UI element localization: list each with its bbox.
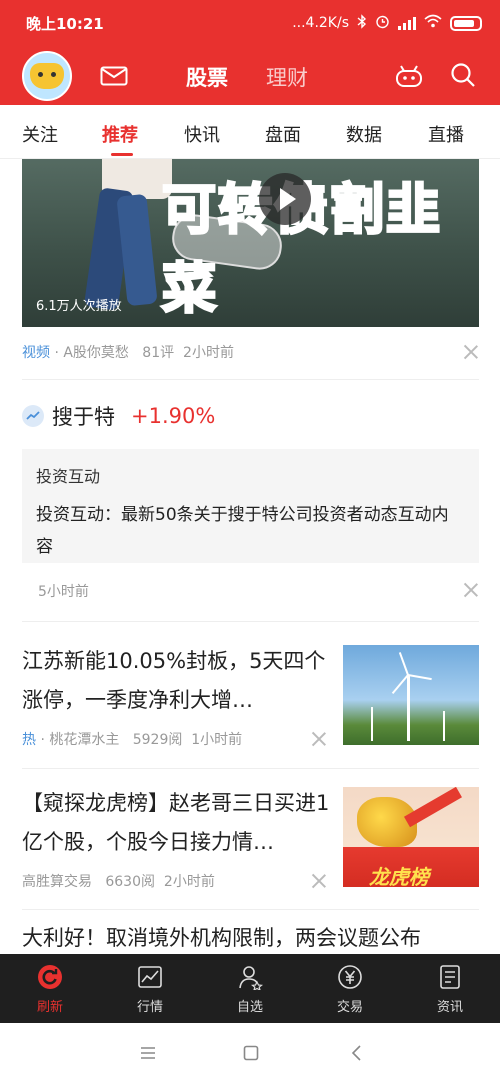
video-meta: 视频 · A股你莫愁 81评 2小时前 [22, 342, 234, 362]
tab-market[interactable]: 盘面 [265, 121, 301, 147]
category-tabs: 关注 推荐 快讯 盘面 数据 直播 [0, 105, 500, 159]
chart-icon [138, 966, 162, 988]
app-screen: 晚上10:21 ...4.2K/s 股票 理财 关注 推荐 快讯 盘面 数据 直… [0, 0, 500, 1083]
close-icon[interactable] [311, 873, 327, 889]
news-meta: 高胜算交易 6630阅 2小时前 [22, 871, 215, 891]
nav-label: 自选 [236, 1000, 263, 1015]
back-icon[interactable] [350, 1045, 362, 1065]
nav-news[interactable]: 资讯 [400, 954, 500, 1023]
wifi-icon [424, 14, 442, 32]
yuan-icon [338, 965, 362, 989]
video-overlay-title: 可转债割韭菜 [161, 177, 442, 322]
news-meta: 热 · 桃花潭水主 5929阅 1小时前 [22, 729, 242, 749]
mail-icon[interactable] [100, 66, 128, 90]
wind-turbine-image[interactable] [343, 645, 479, 745]
trend-up-icon [22, 405, 44, 427]
news-feed[interactable]: 可转债割韭菜 6.1万人次播放 视频 · A股你莫愁 81评 2小时前 搜于特 … [0, 159, 500, 954]
news-reads: 5929阅 [132, 732, 183, 748]
ir-title: 投资互动 [36, 467, 101, 486]
refresh-icon [38, 965, 62, 989]
red-arrow-shape [404, 787, 462, 828]
investor-interaction-box[interactable]: 投资互动 投资互动：最新50条关于搜于特公司投资者动态互动内容 [22, 449, 479, 563]
status-time: 晚上10:21 [26, 14, 104, 33]
video-tag: 视频 [22, 345, 50, 361]
tab-stocks[interactable]: 股票 [186, 62, 228, 92]
play-icon[interactable] [259, 173, 311, 225]
thumb-label: 龙虎榜 [369, 865, 429, 887]
active-tab-indicator [111, 153, 133, 156]
news-item[interactable]: 【窥探龙虎榜】赵老哥三日买进1亿个股，个股今日接力情… 龙虎榜 高胜算交易 66… [22, 784, 479, 904]
close-icon[interactable] [311, 731, 327, 747]
person-leg [116, 193, 158, 307]
stock-row[interactable]: 搜于特 +1.90% [22, 401, 215, 431]
close-icon[interactable] [463, 582, 479, 598]
news-time: 1小时前 [191, 732, 243, 748]
alarm-icon [375, 14, 390, 33]
app-header: 股票 理财 [0, 46, 500, 105]
divider [22, 379, 479, 380]
news-time: 2小时前 [163, 874, 215, 890]
turbine-tower [443, 711, 445, 741]
tab-data[interactable]: 数据 [346, 121, 382, 147]
divider [22, 621, 479, 622]
top-bar: 晚上10:21 ...4.2K/s 股票 理财 [0, 0, 500, 105]
tab-follow[interactable]: 关注 [22, 121, 58, 147]
tab-live[interactable]: 直播 [428, 121, 464, 147]
news-title[interactable]: 【窥探龙虎榜】赵老哥三日买进1亿个股，个股今日接力情… [22, 784, 332, 862]
robot-icon[interactable] [395, 64, 423, 92]
nav-trade[interactable]: 交易 [300, 954, 400, 1023]
signal-icon [398, 16, 416, 30]
news-item[interactable]: 大利好！取消境外机构限制，两会议题公布 [22, 919, 479, 954]
hot-tag: 热 [22, 732, 36, 748]
turbine-blade [398, 652, 409, 676]
news-reads: 6630阅 [105, 874, 155, 890]
nav-label: 刷新 [36, 1000, 63, 1015]
news-title[interactable]: 江苏新能10.05%封板，5天四个涨停，一季度净利大增… [22, 642, 332, 720]
bottom-nav: 刷新 行情 自选 交易 资讯 [0, 954, 500, 1023]
net-speed: ...4.2K/s [292, 15, 349, 31]
stock-name[interactable]: 搜于特 [52, 401, 115, 431]
status-bar: 晚上10:21 ...4.2K/s [0, 0, 500, 46]
nav-label: 行情 [136, 1000, 163, 1015]
nav-label: 资讯 [436, 1000, 463, 1015]
video-thumbnail[interactable]: 可转债割韭菜 6.1万人次播放 [22, 159, 479, 327]
news-source[interactable]: 桃花潭水主 [49, 732, 119, 748]
system-nav [0, 1023, 500, 1083]
news-item[interactable]: 江苏新能10.05%封板，5天四个涨停，一季度净利大增… 热 · 桃花潭水主 5… [22, 642, 479, 762]
avatar-face-icon [30, 63, 64, 89]
video-source[interactable]: A股你莫愁 [63, 345, 129, 361]
stock-time: 5小时前 [38, 584, 89, 600]
tab-recommend[interactable]: 推荐 [102, 121, 138, 147]
status-icons: ...4.2K/s [292, 13, 482, 33]
video-comments: 81评 [142, 345, 175, 361]
battery-icon [450, 15, 482, 31]
close-icon[interactable] [463, 344, 479, 360]
divider [22, 909, 479, 910]
nav-label: 交易 [336, 1000, 363, 1015]
video-time: 2小时前 [183, 345, 234, 361]
nav-quotes[interactable]: 行情 [100, 954, 200, 1023]
news-title[interactable]: 大利好！取消境外机构限制，两会议题公布 [22, 919, 479, 954]
document-icon [440, 965, 460, 989]
stock-change: +1.90% [131, 404, 216, 428]
tab-wealth[interactable]: 理财 [266, 62, 308, 92]
user-star-icon [239, 966, 263, 990]
bluetooth-icon [357, 13, 367, 33]
news-source[interactable]: 高胜算交易 [22, 874, 92, 890]
tab-flash[interactable]: 快讯 [184, 121, 220, 147]
menu-icon[interactable] [140, 1045, 156, 1064]
turbine-blade [407, 674, 432, 681]
turbine-tower [407, 675, 410, 741]
divider [22, 768, 479, 769]
avatar[interactable] [22, 51, 72, 101]
home-icon[interactable] [243, 1045, 259, 1065]
turbine-tower [371, 707, 373, 741]
video-views: 6.1万人次播放 [36, 299, 122, 314]
ir-text: 投资互动：最新50条关于搜于特公司投资者动态互动内容 [36, 505, 449, 557]
nav-refresh[interactable]: 刷新 [0, 954, 100, 1023]
search-icon[interactable] [450, 62, 476, 92]
nav-watchlist[interactable]: 自选 [200, 954, 300, 1023]
bull-image[interactable]: 龙虎榜 [343, 787, 479, 887]
